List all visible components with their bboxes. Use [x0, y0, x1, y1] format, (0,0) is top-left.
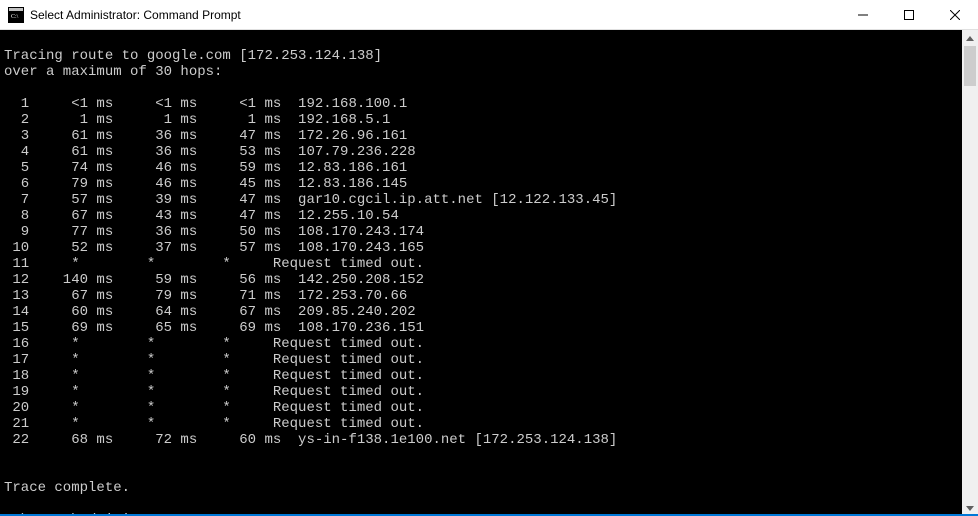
window-title: Select Administrator: Command Prompt — [30, 8, 840, 22]
trace-header: Tracing route to google.com [172.253.124… — [4, 48, 382, 64]
vertical-scrollbar[interactable] — [962, 30, 978, 516]
minimize-button[interactable] — [840, 0, 886, 30]
trace-complete: Trace complete. — [4, 480, 130, 496]
scroll-thumb[interactable] — [964, 46, 976, 86]
trace-subheader: over a maximum of 30 hops: — [4, 64, 222, 80]
maximize-button[interactable] — [886, 0, 932, 30]
terminal-output[interactable]: Tracing route to google.com [172.253.124… — [0, 30, 962, 516]
cmd-icon: C:\ — [8, 7, 24, 23]
window-controls — [840, 0, 978, 29]
window-titlebar: C:\ Select Administrator: Command Prompt — [0, 0, 978, 30]
scroll-up-arrow[interactable] — [962, 30, 978, 46]
trace-hops: 1 <1 ms <1 ms <1 ms 192.168.100.1 2 1 ms… — [4, 96, 958, 448]
close-button[interactable] — [932, 0, 978, 30]
svg-text:C:\: C:\ — [11, 14, 19, 20]
